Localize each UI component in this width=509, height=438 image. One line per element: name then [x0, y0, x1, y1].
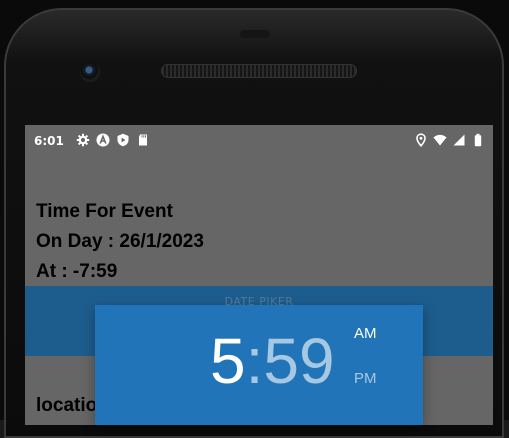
minute-value[interactable]: 59 [263, 325, 334, 397]
front-camera [80, 62, 100, 82]
status-icons-left [76, 133, 150, 147]
earpiece-speaker [161, 64, 357, 78]
event-details: Time For Event On Day : 26/1/2023 At : -… [36, 197, 204, 287]
location-label: locatio [36, 395, 98, 416]
status-bar: 6:01 [25, 125, 493, 155]
event-title: Time For Event [36, 201, 173, 222]
am-toggle[interactable]: AM [354, 325, 377, 342]
phone-frame: 6:01 Time For Event On Day: 26/1/2023 A… [0, 0, 509, 438]
a-circle-icon [96, 133, 110, 147]
play-shield-icon [116, 133, 130, 147]
status-time: 6:01 [34, 134, 64, 148]
pm-toggle[interactable]: PM [354, 370, 377, 387]
sd-card-icon [136, 133, 150, 147]
time-picker-dialog-header: 5:59 AM PM [95, 305, 423, 425]
event-day: On Day : 26/1/2023 [36, 231, 204, 252]
status-icons-right [414, 133, 485, 147]
event-time: At : -7:59 [36, 261, 118, 282]
location-pin-icon [414, 133, 428, 147]
wifi-icon [433, 133, 447, 147]
gear-icon [76, 133, 90, 147]
time-display: 5:59 [210, 321, 335, 401]
signal-icon [452, 133, 466, 147]
top-slot [240, 30, 270, 38]
battery-icon [471, 133, 485, 147]
time-separator: : [245, 325, 264, 397]
hour-value[interactable]: 5 [210, 325, 246, 397]
